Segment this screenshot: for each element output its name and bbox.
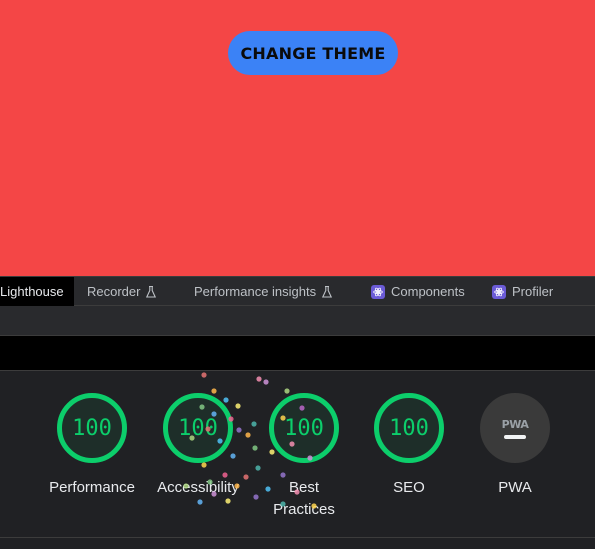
react-icon bbox=[371, 284, 385, 299]
lighthouse-toolbar bbox=[0, 306, 595, 336]
score-label: SEO bbox=[393, 479, 425, 496]
pwa-dash-icon bbox=[504, 434, 526, 439]
pwa-logo-icon: PWA bbox=[501, 417, 529, 431]
tab-label: Profiler bbox=[512, 284, 554, 299]
score-label: Performance bbox=[49, 479, 135, 496]
app-viewport: CHANGE THEME bbox=[0, 0, 595, 276]
score-performance: 100 Performance bbox=[37, 393, 147, 499]
tab-components[interactable]: Components bbox=[371, 277, 465, 306]
score-label: Best Practices bbox=[273, 479, 335, 518]
pwa-badge[interactable]: PWA bbox=[480, 393, 550, 463]
flask-icon bbox=[322, 285, 333, 298]
score-accessibility: 100 Accessibility bbox=[143, 393, 253, 499]
tab-label: Components bbox=[391, 284, 465, 299]
lighthouse-scores: 100 Performance 100 Accessibility 100 Be… bbox=[0, 370, 595, 538]
react-icon bbox=[492, 284, 506, 299]
report-topbar bbox=[0, 336, 595, 370]
tab-recorder[interactable]: Recorder bbox=[87, 277, 157, 306]
report-footer bbox=[0, 538, 595, 549]
tab-label: Performance insights bbox=[194, 284, 317, 299]
score-gauge[interactable]: 100 bbox=[163, 393, 233, 463]
score-pwa: PWA PWA bbox=[460, 393, 570, 499]
tab-label: Recorder bbox=[87, 284, 141, 299]
tab-performance-insights[interactable]: Performance insights bbox=[194, 277, 333, 306]
score-label: PWA bbox=[498, 479, 532, 496]
score-best-practices: 100 Best Practices bbox=[249, 393, 359, 521]
flask-icon bbox=[146, 285, 157, 298]
devtools-tab-bar: Lighthouse Recorder Performance insights… bbox=[0, 276, 595, 306]
tab-profiler[interactable]: Profiler bbox=[492, 277, 553, 306]
score-gauge[interactable]: 100 bbox=[374, 393, 444, 463]
change-theme-button[interactable]: CHANGE THEME bbox=[228, 31, 398, 75]
score-gauge[interactable]: 100 bbox=[269, 393, 339, 463]
score-gauge[interactable]: 100 bbox=[57, 393, 127, 463]
tab-label: Lighthouse bbox=[0, 284, 64, 299]
score-seo: 100 SEO bbox=[354, 393, 464, 499]
score-label: Accessibility bbox=[157, 479, 239, 496]
tab-lighthouse[interactable]: Lighthouse bbox=[0, 277, 74, 306]
